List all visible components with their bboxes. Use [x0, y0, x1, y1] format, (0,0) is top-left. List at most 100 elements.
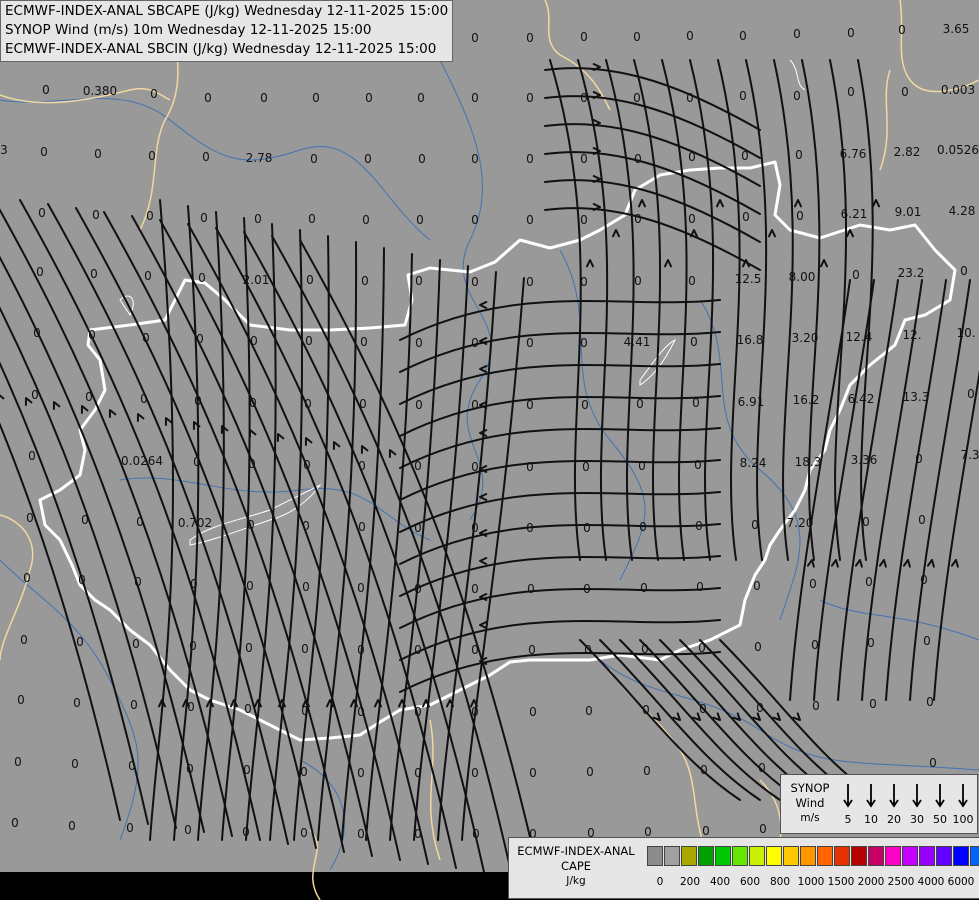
cape-value-label: 16.2 — [793, 393, 820, 407]
cape-value-label: 0 — [415, 398, 423, 412]
cape-value-label: 12. — [902, 328, 921, 342]
cape-value-label: 6.21 — [841, 207, 868, 221]
cape-value-label: 23.2 — [898, 266, 925, 280]
cape-color-swatches — [647, 846, 979, 866]
wind-arrow-icon — [958, 784, 968, 808]
cape-color-swatch — [715, 846, 731, 866]
cape-value-label: 0 — [28, 449, 36, 463]
cape-value-label: 4.28 — [949, 204, 976, 218]
cape-value-label: 0 — [23, 571, 31, 585]
cape-value-label: 0 — [847, 85, 855, 99]
cape-value-label: 0 — [795, 148, 803, 162]
cape-value-label: 0 — [196, 332, 204, 346]
cape-value-label: 0 — [471, 91, 479, 105]
cape-value-label: 0 — [414, 459, 422, 473]
cape-value-label: 0 — [583, 582, 591, 596]
cape-value-label: 0 — [11, 816, 19, 830]
cape-value-label: 0 — [249, 396, 257, 410]
cape-value-label: 0 — [364, 152, 372, 166]
cape-value-label: 0 — [809, 577, 817, 591]
cape-value-label: 0 — [529, 705, 537, 719]
cape-value-label: 3.36 — [851, 453, 878, 467]
cape-value-label: 6.42 — [848, 392, 875, 406]
cape-color-swatch — [664, 846, 680, 866]
cape-value-label: 0 — [94, 147, 102, 161]
cape-legend-line1: ECMWF-INDEX-ANAL — [517, 844, 635, 858]
cape-value-label: 0 — [76, 635, 84, 649]
cape-value-label: 0 — [308, 212, 316, 226]
cape-value-label: 0 — [692, 396, 700, 410]
cape-value-label: 0 — [415, 336, 423, 350]
cape-value-label: 0 — [739, 89, 747, 103]
cape-value-label: 0 — [471, 766, 479, 780]
cape-value-label: 0 — [580, 30, 588, 44]
cape-value-label: 0 — [194, 394, 202, 408]
cape-color-swatch — [817, 846, 833, 866]
cape-value-label: 0 — [586, 765, 594, 779]
cape-value-label: 0 — [414, 582, 422, 596]
cape-value-label: 0 — [260, 91, 268, 105]
cape-value-label: 0 — [634, 212, 642, 226]
cape-value-label: 0 — [898, 23, 906, 37]
cape-tick-label: 800 — [769, 876, 791, 888]
cape-value-label: 0 — [471, 582, 479, 596]
cape-value-label: 0 — [699, 702, 707, 716]
cape-value-label: 0 — [301, 704, 309, 718]
cape-value-label: 0 — [742, 210, 750, 224]
cape-value-label: 0.0264 — [121, 454, 163, 468]
cape-value-label: 0 — [471, 398, 479, 412]
cape-value-label: 13.3 — [903, 390, 930, 404]
cape-value-label: 0 — [741, 149, 749, 163]
cape-value-label: 0 — [81, 513, 89, 527]
cape-value-label: 0 — [756, 701, 764, 715]
cape-value-label: 0 — [471, 643, 479, 657]
cape-color-swatch — [902, 846, 918, 866]
map-view[interactable]: 0.380 0 0 0 0 0 0 0 0 0 0 0 0 0 0 0 0 0.003 3.65 0 0 0 0 0 0 0 0 0 0… — [0, 0, 979, 900]
wind-arrow-icon — [866, 784, 876, 808]
cape-value-label: 0 — [71, 757, 79, 771]
synop-legend-line1: SYNOP — [790, 781, 830, 795]
cape-legend-line2: CAPE — [560, 859, 592, 873]
cape-value-label: 0 — [471, 152, 479, 166]
cape-value-label: 0 — [796, 209, 804, 223]
cape-color-swatch — [851, 846, 867, 866]
wind-arrow-icon — [935, 784, 945, 808]
cape-value-label: 0 — [134, 575, 142, 589]
cape-color-swatch — [800, 846, 816, 866]
cape-value-label: 0.702 — [178, 516, 212, 530]
cape-value-label: 0 — [471, 213, 479, 227]
cape-value-label: 0 — [852, 268, 860, 282]
cape-value-label: 12.5 — [735, 272, 762, 286]
cape-value-label: 0 — [36, 265, 44, 279]
cape-value-label: 18.3 — [795, 455, 822, 469]
cape-tick-label: 2000 — [857, 876, 885, 888]
cape-value-label: 0 — [414, 827, 422, 841]
cape-value-label: 0 — [526, 152, 534, 166]
cape-value-label: 0 — [243, 763, 251, 777]
cape-value-label: 0 — [583, 521, 591, 535]
cape-value-label: 0 — [960, 264, 968, 278]
cape-value-label: 10. — [956, 326, 975, 340]
cape-color-swatch — [936, 846, 952, 866]
cape-value-label: 0 — [90, 267, 98, 281]
cape-value-label: 0 — [751, 518, 759, 532]
wind-arrow-icon — [912, 784, 922, 808]
cape-value-label: 0 — [85, 390, 93, 404]
cape-value-label: 0 — [580, 213, 588, 227]
cape-value-label: 0.003 — [941, 83, 975, 97]
cape-value-label: 0 — [967, 387, 975, 401]
cape-value-label: 0 — [357, 827, 365, 841]
cape-value-label: 0 — [865, 575, 873, 589]
cape-value-label: 0 — [867, 636, 875, 650]
cape-value-label: 8.24 — [740, 456, 767, 470]
cape-tick-label: 1500 — [827, 876, 855, 888]
cape-value-label: 0 — [304, 397, 312, 411]
cape-value-label: 0 — [526, 275, 534, 289]
cape-value-label: 0 — [923, 634, 931, 648]
cape-value-label: 0 — [246, 579, 254, 593]
cape-value-label: 7.3 — [960, 448, 979, 462]
synop-legend-title: SYNOP Wind m/s — [785, 781, 835, 826]
cape-value-label: 9.01 — [895, 205, 922, 219]
cape-value-label: 0 — [132, 637, 140, 651]
synop-speed-label: 30 — [910, 813, 924, 826]
